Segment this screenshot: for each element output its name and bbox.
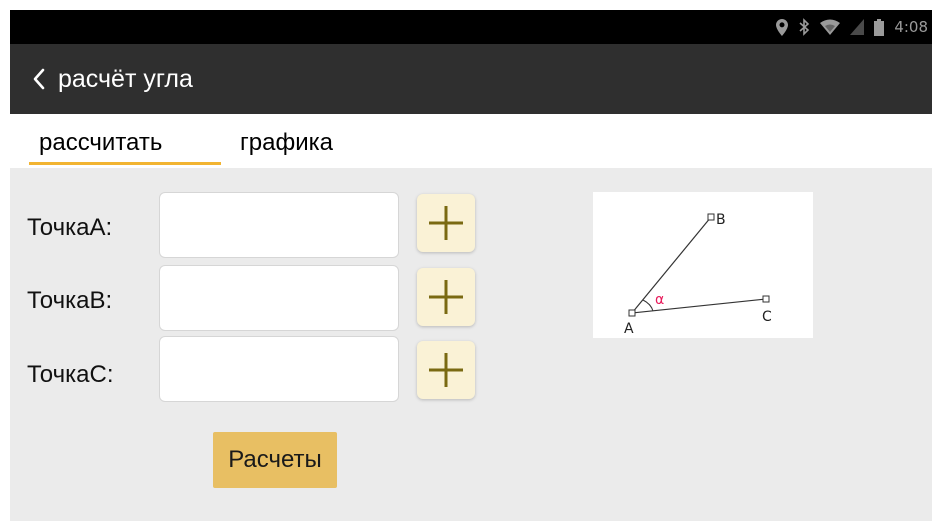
tab-calculate[interactable]: рассчитать	[39, 128, 162, 158]
status-time: 4:08	[894, 18, 928, 36]
location-icon	[776, 18, 789, 36]
angle-diagram: A B C α	[593, 192, 813, 338]
calculate-button[interactable]: Расчеты	[213, 432, 337, 488]
point-c-text: C	[762, 309, 772, 325]
signal-icon	[850, 19, 865, 35]
point-b-text: B	[716, 212, 726, 228]
status-bar: 4:08	[10, 10, 932, 44]
angle-diagram-svg: A B C α	[624, 212, 772, 337]
tab-graphics[interactable]: графика	[240, 128, 333, 158]
tab-bar: рассчитать графика	[10, 114, 932, 168]
angle-arc	[642, 299, 654, 312]
plus-icon	[429, 206, 463, 240]
angle-alpha-text: α	[655, 292, 664, 308]
point-c-label: ТочкаC:	[27, 361, 114, 388]
app-screen: 4:08 расчёт угла рассчитать графика Точк…	[10, 10, 932, 521]
page-title: расчёт угла	[58, 65, 193, 93]
point-b-marker	[707, 213, 715, 221]
point-a-text: A	[624, 321, 634, 337]
bluetooth-icon	[799, 18, 810, 36]
point-b-input[interactable]	[159, 265, 399, 331]
segment-ab	[631, 216, 712, 314]
add-point-c-button[interactable]	[417, 341, 475, 399]
add-point-b-button[interactable]	[417, 268, 475, 326]
point-a-label: ТочкаA:	[27, 214, 113, 241]
plus-icon	[429, 280, 463, 314]
point-a-marker	[628, 309, 636, 317]
point-c-input[interactable]	[159, 336, 399, 402]
add-point-a-button[interactable]	[417, 194, 475, 252]
app-bar: расчёт угла	[10, 44, 932, 114]
point-c-marker	[762, 295, 770, 303]
tab-active-indicator	[29, 162, 221, 165]
point-a-input[interactable]	[159, 192, 399, 258]
point-b-label: ТочкаB:	[27, 287, 113, 314]
status-icons: 4:08	[776, 10, 932, 44]
segment-ac	[631, 298, 767, 314]
chevron-left-icon	[33, 68, 45, 90]
battery-icon	[874, 18, 885, 36]
plus-icon	[429, 353, 463, 387]
wifi-icon	[820, 19, 841, 35]
back-button[interactable]	[28, 66, 50, 92]
